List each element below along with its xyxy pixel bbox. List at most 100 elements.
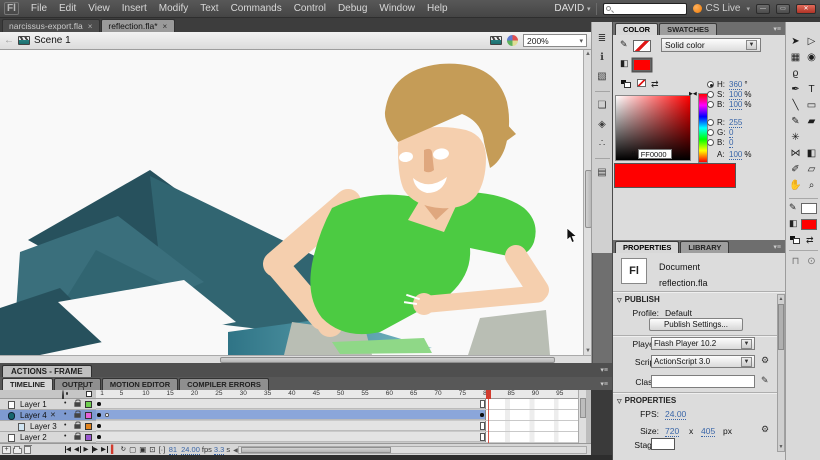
hand-tool[interactable]: ✋ <box>788 178 803 193</box>
alpha-value[interactable]: 100 <box>729 150 742 160</box>
close-icon[interactable]: × <box>87 21 94 32</box>
stage-horizontal-scrollbar[interactable] <box>0 355 592 363</box>
menu-edit[interactable]: Edit <box>53 0 82 17</box>
delete-layer-button[interactable] <box>24 446 31 454</box>
layer-name[interactable]: Layer 3 <box>30 422 57 431</box>
properties-scrollbar[interactable]: ▲ ▼ <box>777 294 785 452</box>
back-arrow-icon[interactable]: ← <box>4 35 14 46</box>
timeline-ruler[interactable]: 15101520253035404550556065707580859095 <box>96 390 578 399</box>
scrollbar-thumb[interactable] <box>241 447 391 453</box>
free-transform-tool[interactable]: ▦ <box>788 50 803 65</box>
edit-symbols-icon[interactable] <box>507 35 518 46</box>
go-to-last-frame-button[interactable]: ▶ <box>101 446 108 453</box>
code-snippets-panel-icon[interactable]: ❏ <box>598 101 607 111</box>
3d-rotation-tool[interactable]: ◉ <box>804 50 819 65</box>
step-forward-button[interactable]: ▶ <box>92 446 99 453</box>
deco-tool[interactable]: ✳ <box>788 130 803 145</box>
menu-file[interactable]: File <box>25 0 53 17</box>
layer-lock-icon[interactable] <box>74 424 80 429</box>
frame-row[interactable] <box>96 432 578 443</box>
frame-row[interactable] <box>96 421 578 432</box>
fill-bucket-icon[interactable]: ◧ <box>620 58 629 69</box>
brush-tool[interactable]: ▰ <box>804 114 819 129</box>
tab-properties[interactable]: PROPERTIES <box>615 241 679 253</box>
menu-text[interactable]: Text <box>194 0 224 17</box>
tab-timeline[interactable]: TIMELINE <box>2 378 53 390</box>
transform-panel-icon[interactable]: ▧ <box>597 72 606 82</box>
layer-name[interactable]: Layer 4 <box>20 411 47 420</box>
edit-multiple-frames-button[interactable]: [·] <box>159 445 166 454</box>
eyedropper-tool[interactable]: ✐ <box>788 162 803 177</box>
text-tool[interactable]: T <box>804 82 819 97</box>
fill-color-swatch[interactable] <box>633 59 651 71</box>
rectangle-tool[interactable]: ▭ <box>804 98 819 113</box>
onion-skin-button[interactable]: ▣ <box>139 445 146 454</box>
properties-section-header[interactable]: ▽PROPERTIES <box>617 396 676 405</box>
chevron-down-icon[interactable]: ▾ <box>746 5 750 13</box>
layer-visibility-dot[interactable]: • <box>64 422 66 429</box>
tab-color[interactable]: COLOR <box>615 23 658 35</box>
menu-debug[interactable]: Debug <box>332 0 373 17</box>
components-panel-icon[interactable]: ◈ <box>598 120 606 130</box>
center-frame-button[interactable]: ▢ <box>129 445 136 454</box>
layer-visibility-dot[interactable]: • <box>64 400 66 407</box>
radio-button[interactable] <box>707 119 714 126</box>
color-component-value[interactable]: 0 <box>729 138 733 148</box>
close-button[interactable]: ✕ <box>796 4 816 14</box>
black-white-swatch-icon[interactable] <box>621 80 631 88</box>
tab-swatches[interactable]: SWATCHES <box>659 23 717 35</box>
radio-button[interactable] <box>707 129 714 136</box>
menu-control[interactable]: Control <box>288 0 332 17</box>
layer-lock-icon[interactable] <box>74 413 80 418</box>
no-color-icon[interactable] <box>637 79 646 87</box>
layer-outline-color[interactable] <box>85 434 92 441</box>
frame-row[interactable] <box>96 399 578 410</box>
panel-menu-icon[interactable]: ▾≡ <box>773 25 781 33</box>
class-input[interactable] <box>651 375 755 388</box>
timeline-vertical-scrollbar[interactable] <box>578 390 586 443</box>
layer-lock-icon[interactable] <box>74 435 80 440</box>
frame-grid[interactable]: 15101520253035404550556065707580859095 <box>96 390 578 443</box>
snap-to-objects-icon[interactable]: ⊓ <box>788 254 803 269</box>
workspace-switcher[interactable]: DAVID ▾ <box>554 3 590 14</box>
elapsed-time-value[interactable]: 3.3 <box>214 445 224 455</box>
scene-name[interactable]: Scene 1 <box>34 35 71 46</box>
layer-outline-color[interactable] <box>85 423 92 430</box>
layer-row-layer-1[interactable]: Layer 1• <box>0 399 96 410</box>
color-component-value[interactable]: 0 <box>729 128 733 138</box>
menu-commands[interactable]: Commands <box>225 0 288 17</box>
hex-color-input[interactable]: FF0000 <box>638 149 672 159</box>
stroke-color-swatch[interactable] <box>633 40 651 52</box>
layer-name[interactable]: Layer 2 <box>20 433 47 442</box>
menu-modify[interactable]: Modify <box>153 0 194 17</box>
panel-menu-icon[interactable]: ▾≡ <box>600 380 608 388</box>
script-select[interactable]: ActionScript 3.0 ▼ <box>651 355 755 368</box>
swap-colors-icon[interactable]: ⇄ <box>806 235 814 246</box>
eraser-tool[interactable]: ▱ <box>804 162 819 177</box>
tab-compiler-errors[interactable]: COMPILER ERRORS <box>179 378 269 390</box>
tool-options-icon[interactable]: ⊙ <box>804 254 819 269</box>
minimize-button[interactable]: — <box>756 4 770 14</box>
selection-tool[interactable]: ➤ <box>788 34 803 49</box>
layer-outline-color[interactable] <box>85 412 92 419</box>
zoom-level-select[interactable]: 200% ▾ <box>523 34 587 47</box>
fps-value[interactable]: 24.00 <box>665 409 686 420</box>
fill-color-swatch[interactable] <box>801 219 817 230</box>
new-layer-button[interactable] <box>2 446 11 454</box>
color-component-value[interactable]: 360 <box>729 80 742 90</box>
lasso-tool[interactable]: ϱ <box>788 66 803 81</box>
playhead[interactable] <box>486 390 492 399</box>
paint-bucket-tool[interactable]: ◧ <box>804 146 819 161</box>
layer-row-layer-3[interactable]: Layer 3 • <box>0 421 96 432</box>
timeline-horizontal-scrollbar[interactable]: ◀ <box>238 446 587 454</box>
menu-window[interactable]: Window <box>373 0 421 17</box>
scroll-down-icon[interactable]: ▼ <box>778 444 784 450</box>
actions-frame-tab[interactable]: ACTIONS - FRAME <box>2 365 92 377</box>
scroll-up-icon[interactable]: ▲ <box>778 296 784 302</box>
bone-tool[interactable]: ⋈ <box>788 146 803 161</box>
go-to-first-frame-button[interactable]: ◀ <box>65 446 72 453</box>
color-component-value[interactable]: 100 <box>729 100 742 110</box>
scroll-left-icon[interactable]: ◀ <box>233 447 238 454</box>
loop-playback-icon[interactable]: ↻ <box>121 445 126 455</box>
step-back-button[interactable]: ◀ <box>74 446 81 453</box>
